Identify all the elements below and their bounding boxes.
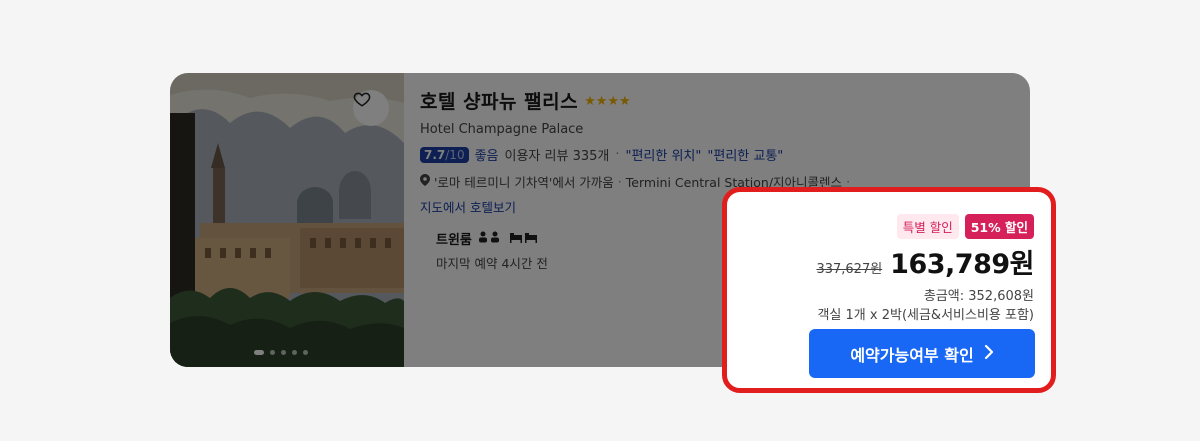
score-value: 7.7 [424, 147, 446, 162]
special-offer-badge: 특별 할인 [896, 214, 959, 239]
rating-row: 7.7/10 좋음 이용자 리뷰 335개 · "편리한 위치" "편리한 교통… [420, 145, 1020, 164]
original-price: 337,627원 [816, 262, 883, 277]
last-booked-note: 마지막 예약 4시간 전 [436, 256, 548, 271]
carousel-dot[interactable] [270, 350, 275, 355]
hotel-name-english: Hotel Champagne Palace [420, 122, 584, 137]
photo-carousel-dots[interactable] [254, 350, 308, 355]
cta-label: 예약가능여부 확인 [850, 345, 974, 365]
price-panel-highlight: 특별 할인 51% 할인 337,627원 163,789원 총금액: 352,… [722, 187, 1056, 393]
discount-percent-badge: 51% 할인 [964, 214, 1034, 239]
discount-badges: 특별 할인 51% 할인 [896, 214, 1034, 239]
hotel-title-row: 호텔 샹파뉴 팰리스 ★★★★ [420, 87, 1020, 114]
review-count[interactable]: 이용자 리뷰 335개 [505, 145, 610, 164]
carousel-dot[interactable] [281, 350, 286, 355]
location-text: '로마 테르미니 기차역'에서 가까움 [434, 175, 614, 190]
carousel-dot[interactable] [292, 350, 297, 355]
room-offer[interactable]: 트윈룸 마지막 예약 4시간 전 [418, 221, 738, 351]
room-type: 트윈룸 [436, 233, 472, 248]
room-type-row: 트윈룸 [436, 229, 538, 248]
location-pin-icon [420, 174, 430, 189]
carousel-dot[interactable] [303, 350, 308, 355]
guests-icon [478, 231, 504, 247]
total-price: 총금액: 352,608원 [923, 289, 1034, 304]
carousel-dot[interactable] [254, 350, 264, 355]
favorite-button[interactable] [353, 90, 389, 126]
separator-dot: · [615, 147, 620, 162]
star-rating-icon: ★★★★ [584, 94, 631, 109]
stay-details: 객실 1개 x 2박(세금&서비스비용 포함) [817, 308, 1034, 323]
review-highlight: "편리한 위치" [625, 149, 702, 164]
rating-word: 좋음 [474, 149, 499, 164]
score-badge: 7.7/10 [420, 146, 469, 163]
sale-price: 163,789원 [890, 249, 1034, 280]
review-highlight: "편리한 교통" [707, 149, 784, 164]
check-availability-button[interactable]: 예약가능여부 확인 [809, 329, 1035, 378]
hotel-name[interactable]: 호텔 샹파뉴 팰리스 [420, 87, 578, 114]
bed-icon [509, 231, 538, 247]
price-row: 337,627원 163,789원 [816, 242, 1034, 281]
chevron-right-icon [984, 344, 994, 364]
hotel-photo[interactable] [170, 73, 404, 367]
separator-dot: · [617, 174, 622, 189]
score-max: /10 [445, 147, 465, 162]
